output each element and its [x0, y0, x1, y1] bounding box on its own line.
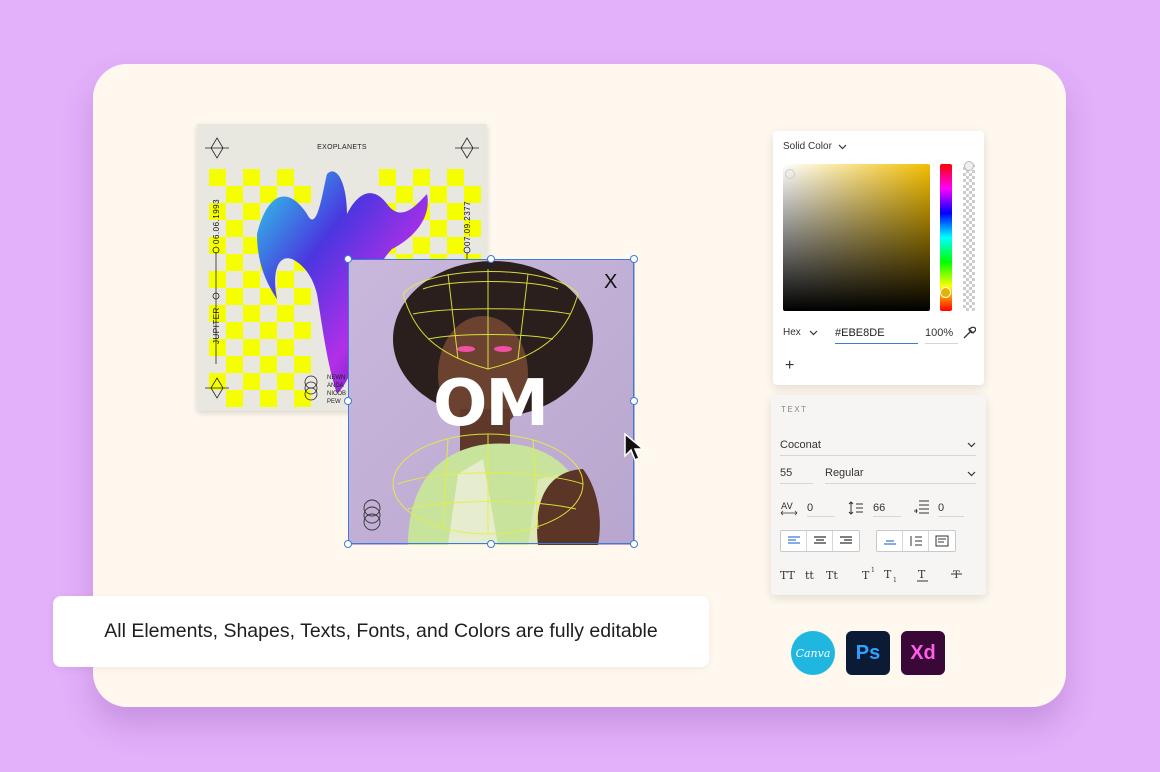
poster-title: EXOPLANETS	[317, 144, 367, 151]
align-left-icon	[787, 536, 800, 544]
text-section-label: TEXT	[781, 405, 808, 414]
superscript-icon[interactable]: T1	[862, 567, 878, 581]
auto-height-button[interactable]	[903, 531, 929, 551]
leading-icon	[848, 501, 863, 515]
align-center-icon	[813, 536, 826, 544]
add-swatch-button[interactable]: +	[785, 357, 794, 375]
fixed-size-button[interactable]	[929, 531, 955, 551]
tracking-input[interactable]: 0	[807, 502, 835, 517]
titlecase-button[interactable]: Tt	[826, 569, 838, 582]
auto-height-icon	[910, 536, 922, 546]
resize-handle-bottom[interactable]	[487, 540, 495, 548]
lowercase-button[interactable]: tt	[805, 569, 814, 582]
xd-logo-text: Xd	[910, 641, 936, 664]
resize-handle-top[interactable]	[487, 255, 495, 263]
paragraph-spacing-input[interactable]: 0	[938, 502, 964, 517]
fixed-size-icon	[935, 535, 949, 547]
text-box-type-group	[876, 530, 956, 552]
leading-input[interactable]: 66	[873, 502, 901, 517]
photoshop-logo-text: Ps	[855, 641, 881, 664]
poster-date-left: 06.06.1993	[212, 198, 221, 244]
horizontal-align-group	[780, 530, 860, 552]
eyedropper-icon[interactable]	[962, 326, 976, 340]
color-mode-dropdown[interactable]: Hex	[783, 327, 818, 338]
hex-input[interactable]: #EBE8DE	[835, 327, 918, 344]
svg-text:T: T	[918, 568, 926, 581]
fill-type-dropdown[interactable]: Solid Color	[783, 141, 847, 152]
point-text-button[interactable]	[877, 531, 903, 551]
close-mark: X	[604, 271, 618, 293]
opacity-slider[interactable]	[963, 164, 975, 311]
color-mode-label: Hex	[783, 327, 801, 338]
point-text-icon	[883, 540, 896, 545]
font-family-value: Coconat	[780, 439, 821, 451]
svg-text:T: T	[953, 570, 960, 581]
canva-logo-text: Canva	[795, 646, 831, 660]
paragraph-spacing-icon	[914, 500, 929, 514]
color-picker-panel: Solid Color Hex #EBE8DE 100% +	[773, 131, 984, 385]
canva-app-icon: Canva	[791, 631, 835, 675]
chevron-down-icon	[809, 330, 818, 335]
align-right-icon	[840, 536, 852, 544]
resize-handle-left[interactable]	[344, 397, 352, 405]
hue-slider-handle[interactable]	[940, 287, 951, 298]
svg-text:1: 1	[893, 577, 897, 583]
font-weight-value: Regular	[825, 467, 864, 479]
underline-icon[interactable]: T	[917, 567, 929, 583]
resize-handle-bottom-right[interactable]	[630, 540, 638, 548]
feature-caption: All Elements, Shapes, Texts, Fonts, and …	[53, 596, 709, 667]
resize-handle-top-right[interactable]	[630, 255, 638, 263]
svg-text:T: T	[884, 568, 892, 581]
chevron-down-icon	[967, 442, 976, 448]
color-field-handle[interactable]	[785, 169, 795, 179]
fill-type-label: Solid Color	[783, 141, 832, 152]
chevron-down-icon	[838, 144, 847, 149]
poster-date-right: 07.09.2377	[463, 200, 472, 246]
font-family-dropdown[interactable]: Coconat	[780, 435, 976, 456]
subscript-icon[interactable]: T1	[884, 567, 900, 583]
text-properties-panel: TEXT Coconat 55 Regular AV 0 66 0 TT tt …	[771, 395, 986, 595]
strikethrough-icon[interactable]: T	[951, 567, 963, 583]
align-right-button[interactable]	[833, 531, 859, 551]
opacity-input[interactable]: 100%	[925, 327, 958, 344]
logo-mark: OM	[433, 367, 549, 441]
poster-planet: JUPITER	[212, 307, 221, 344]
xd-app-icon: Xd	[901, 631, 945, 675]
uppercase-button[interactable]: TT	[780, 569, 795, 582]
resize-handle-top-left[interactable]	[344, 255, 352, 263]
align-center-button[interactable]	[807, 531, 833, 551]
chevron-down-icon	[967, 471, 976, 477]
tracking-icon: AV	[780, 502, 798, 516]
cursor-arrow-icon	[624, 432, 645, 462]
portrait-photo[interactable]: OM X	[348, 259, 635, 545]
font-size-input[interactable]: 55	[780, 467, 813, 484]
photoshop-app-icon: Ps	[846, 631, 890, 675]
align-left-button[interactable]	[781, 531, 807, 551]
resize-handle-bottom-left[interactable]	[344, 540, 352, 548]
svg-text:1: 1	[871, 567, 875, 574]
resize-handle-right[interactable]	[630, 397, 638, 405]
svg-text:AV: AV	[781, 502, 794, 512]
font-weight-dropdown[interactable]: Regular	[825, 467, 976, 484]
opacity-slider-handle[interactable]	[964, 161, 974, 171]
saturation-brightness-field[interactable]	[783, 164, 930, 311]
svg-text:T: T	[862, 569, 870, 581]
